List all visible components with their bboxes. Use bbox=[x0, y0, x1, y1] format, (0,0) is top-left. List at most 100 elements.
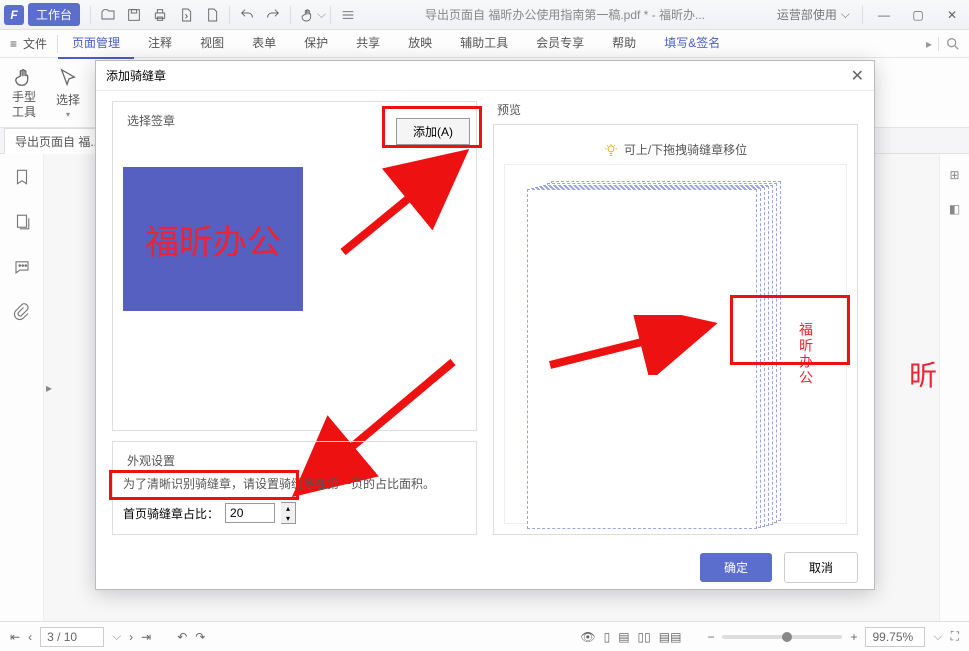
ratio-row: 首页骑缝章占比： ▴▾ bbox=[123, 502, 466, 524]
titlebar: F 工作台 ⌵ 导出页面自 福昕办公使用指南第一稿.pdf * - 福昕办...… bbox=[0, 0, 969, 30]
view-mode-icon[interactable]: 👁 bbox=[580, 630, 595, 644]
zoom-slider[interactable] bbox=[722, 635, 842, 639]
appearance-fieldset: 外观设置 为了清晰识别骑缝章，请设置骑缝章在第一页的占比面积。 首页骑缝章占比：… bbox=[112, 441, 477, 535]
maximize-button[interactable]: ▢ bbox=[901, 1, 935, 29]
expand-handle[interactable]: ▸ bbox=[44, 375, 54, 401]
dialog-close-button[interactable]: ✕ bbox=[851, 66, 864, 86]
right-sidebar: ⊞ ◧ bbox=[939, 154, 969, 621]
stamp-preview[interactable]: 福昕办公 bbox=[123, 167, 303, 311]
select-tool-button[interactable]: 选择 ▾ bbox=[52, 63, 84, 123]
minimize-button[interactable]: — bbox=[867, 1, 901, 29]
separator bbox=[229, 6, 230, 24]
separator bbox=[330, 6, 331, 24]
zoom-out-button[interactable]: − bbox=[707, 630, 714, 644]
two-page-icon[interactable]: ▯▯ bbox=[638, 630, 651, 644]
background-text: 昕 bbox=[909, 354, 937, 394]
document-title: 导出页面自 福昕办公使用指南第一稿.pdf * - 福昕办... bbox=[361, 6, 769, 23]
dialog-header: 添加骑缝章 ✕ bbox=[96, 61, 874, 91]
scroll-right-icon[interactable]: ▸ bbox=[926, 37, 932, 51]
ratio-label: 首页骑缝章占比： bbox=[123, 505, 219, 522]
menu-form[interactable]: 表单 bbox=[238, 28, 290, 59]
next-page-button[interactable]: › bbox=[129, 630, 133, 644]
dialog-footer: 确定 取消 bbox=[96, 545, 874, 589]
dialog-body: 选择签章 添加(A) 福昕办公 外观设置 为了清晰识别 bbox=[96, 91, 874, 545]
menu-sign[interactable]: 填写&签名 bbox=[650, 28, 734, 59]
statusbar: ⇤ ‹ 3 / 10 ⌵ › ⇥ ↶ ↷ 👁 ▯ ▤ ▯▯ ▤▤ − + 99.… bbox=[0, 621, 969, 651]
select-stamp-fieldset: 选择签章 添加(A) 福昕办公 bbox=[112, 101, 477, 431]
menu-vip[interactable]: 会员专享 bbox=[522, 28, 598, 59]
menu-help[interactable]: 帮助 bbox=[598, 28, 650, 59]
dialog-left-column: 选择签章 添加(A) 福昕办公 外观设置 为了清晰识别 bbox=[112, 101, 477, 535]
menu-view[interactable]: 视图 bbox=[186, 28, 238, 59]
zoom-input[interactable]: 99.75% bbox=[865, 627, 925, 647]
export-icon[interactable] bbox=[173, 2, 199, 28]
file-menu[interactable]: ≡ 文件 bbox=[0, 35, 57, 52]
ratio-spinner[interactable]: ▴▾ bbox=[281, 502, 296, 524]
open-icon[interactable] bbox=[95, 2, 121, 28]
redo-icon[interactable] bbox=[260, 2, 286, 28]
usage-dropdown[interactable]: 运营部使用⌵ bbox=[769, 6, 858, 23]
app-logo: F bbox=[4, 5, 24, 25]
stamp-text: 福昕办公 bbox=[145, 215, 281, 264]
last-page-button[interactable]: ⇥ bbox=[141, 630, 151, 644]
comment-icon[interactable] bbox=[13, 258, 31, 279]
menu-present[interactable]: 放映 bbox=[394, 28, 446, 59]
prev-page-button[interactable]: ‹ bbox=[28, 630, 32, 644]
preview-box[interactable]: 福昕办公 bbox=[504, 164, 847, 524]
hand-tool-button[interactable]: 手型工具 bbox=[8, 62, 40, 123]
panel-icon[interactable]: ⊞ bbox=[949, 168, 959, 182]
menu-tools[interactable]: 辅助工具 bbox=[446, 28, 522, 59]
nav-forward-icon[interactable]: ↷ bbox=[195, 630, 205, 644]
file-icon[interactable] bbox=[199, 2, 225, 28]
attachment-icon[interactable] bbox=[13, 303, 31, 324]
search-icon[interactable] bbox=[945, 36, 961, 52]
annotation-arrow bbox=[545, 315, 725, 375]
appearance-legend: 外观设置 bbox=[123, 454, 179, 468]
add-seal-dialog: 添加骑缝章 ✕ 选择签章 添加(A) 福昕办公 bbox=[95, 60, 875, 590]
separator bbox=[290, 6, 291, 24]
dropdown-caret[interactable]: ⌵ bbox=[317, 7, 326, 22]
separator bbox=[90, 6, 91, 24]
panel-icon-2[interactable]: ◧ bbox=[949, 202, 960, 216]
menu-share[interactable]: 共享 bbox=[342, 28, 394, 59]
close-button[interactable]: ✕ bbox=[935, 1, 969, 29]
undo-icon[interactable] bbox=[234, 2, 260, 28]
dialog-right-column: 预览 可上/下拖拽骑缝章移位 福昕办公 bbox=[493, 101, 858, 535]
cancel-button[interactable]: 取消 bbox=[784, 552, 858, 583]
two-continuous-icon[interactable]: ▤▤ bbox=[659, 630, 682, 644]
menu-items: 页面管理 注释 视图 表单 保护 共享 放映 辅助工具 会员专享 帮助 填写&签… bbox=[58, 28, 918, 59]
save-icon[interactable] bbox=[121, 2, 147, 28]
menu-page-manage[interactable]: 页面管理 bbox=[58, 28, 134, 59]
preview-legend: 预览 bbox=[493, 103, 525, 117]
dialog-title: 添加骑缝章 bbox=[106, 67, 166, 84]
first-page-button[interactable]: ⇤ bbox=[10, 630, 20, 644]
workbench-button[interactable]: 工作台 bbox=[28, 3, 80, 26]
hamburger-icon: ≡ bbox=[10, 37, 17, 51]
menu-nav: ▸ bbox=[918, 36, 969, 52]
ratio-input[interactable] bbox=[225, 503, 275, 523]
menu-annotate[interactable]: 注释 bbox=[134, 28, 186, 59]
fullscreen-icon[interactable]: ⛶ bbox=[951, 629, 959, 644]
zoom-in-button[interactable]: + bbox=[850, 630, 857, 644]
appearance-hint: 为了清晰识别骑缝章，请设置骑缝章在第一页的占比面积。 bbox=[123, 475, 466, 492]
select-stamp-legend: 选择签章 bbox=[123, 114, 179, 128]
more-icon[interactable] bbox=[335, 2, 361, 28]
menubar: ≡ 文件 页面管理 注释 视图 表单 保护 共享 放映 辅助工具 会员专享 帮助… bbox=[0, 30, 969, 58]
separator bbox=[862, 6, 863, 24]
nav-back-icon[interactable]: ↶ bbox=[177, 630, 187, 644]
annotation-arrow bbox=[333, 142, 483, 262]
lightbulb-icon bbox=[604, 143, 618, 157]
add-stamp-button[interactable]: 添加(A) bbox=[396, 118, 470, 145]
menu-protect[interactable]: 保护 bbox=[290, 28, 342, 59]
continuous-icon[interactable]: ▤ bbox=[618, 630, 629, 644]
single-page-icon[interactable]: ▯ bbox=[604, 630, 611, 644]
bookmark-icon[interactable] bbox=[13, 168, 31, 189]
ok-button[interactable]: 确定 bbox=[700, 553, 772, 582]
left-sidebar bbox=[0, 154, 44, 621]
pages-icon[interactable] bbox=[13, 213, 31, 234]
preview-hint: 可上/下拖拽骑缝章移位 bbox=[504, 141, 847, 158]
seal-on-pages[interactable]: 福昕办公 bbox=[797, 319, 811, 389]
preview-fieldset: 可上/下拖拽骑缝章移位 福昕办公 bbox=[493, 124, 858, 535]
print-icon[interactable] bbox=[147, 2, 173, 28]
page-input[interactable]: 3 / 10 bbox=[40, 627, 104, 647]
